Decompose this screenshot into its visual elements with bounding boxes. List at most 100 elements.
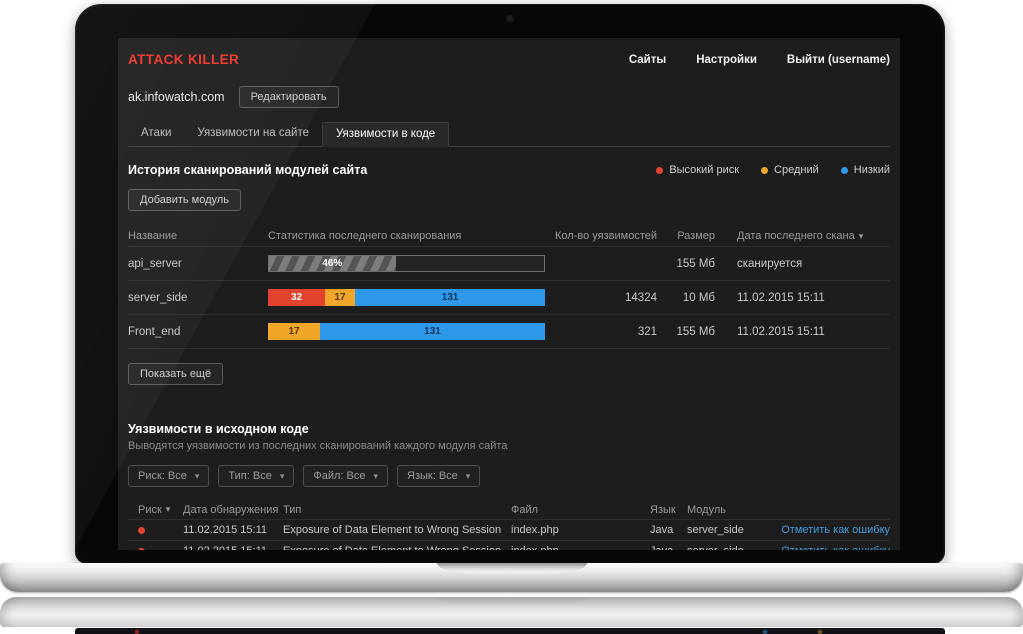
vulnerability-row: 11.02.2015 15:11 Exposure of Data Elemen…: [128, 541, 890, 550]
code-vulns-subtitle: Выводятся уязвимости из последних сканир…: [128, 440, 508, 452]
nav-logout[interactable]: Выйти (username): [787, 54, 890, 66]
filter-label: Риск: Все: [138, 470, 187, 482]
edit-site-button[interactable]: Редактировать: [238, 86, 339, 108]
risk-stacked-bar: 32 17 131: [268, 289, 545, 306]
code-vulns-title: Уязвимости в исходном коде: [128, 422, 309, 436]
code-vulnerabilities-section: Уязвимости в исходном коде Выводятся уяз…: [128, 422, 890, 550]
risk-high-dot-icon: [138, 547, 145, 550]
sort-caret-icon: ▾: [165, 504, 171, 514]
column-header-risk[interactable]: Риск ▾: [128, 504, 183, 516]
column-label: Дата последнего скана: [737, 230, 855, 242]
tab-attacks[interactable]: Атаки: [128, 122, 184, 146]
column-header-last-scan-date[interactable]: Дата последнего скана ▾: [715, 230, 890, 242]
action-cell: Отметить как ошибку: [779, 524, 890, 536]
detection-date: 11.02.2015 15:11: [183, 524, 268, 536]
chevron-down-icon: ▾: [194, 470, 200, 481]
column-header-date: Дата обнаружения: [183, 503, 279, 516]
app-logo[interactable]: ATTACK KILLER: [128, 52, 239, 67]
scan-table-header: Название Статистика последнего сканирова…: [128, 226, 890, 247]
scan-history-table: Название Статистика последнего сканирова…: [128, 226, 890, 349]
module-name: server_side: [687, 545, 779, 550]
language: Java: [650, 545, 687, 550]
scan-progress-bar: 46%: [268, 255, 545, 272]
add-module-button[interactable]: Добавить модуль: [128, 189, 241, 211]
column-header-module: Модуль: [687, 503, 726, 516]
bar-segment-high: 32: [268, 289, 325, 306]
mark-as-error-link[interactable]: Отметить как ошибку: [781, 545, 890, 550]
module-size: 10 Мб: [682, 291, 715, 304]
risk-high-dot-icon: [656, 166, 664, 174]
site-domain: ak.infowatch.com: [128, 90, 225, 104]
chevron-down-icon: ▾: [465, 470, 471, 481]
column-label: Риск: [138, 503, 162, 516]
sort-caret-icon: ▾: [858, 230, 864, 241]
column-header-type: Тип: [283, 503, 302, 516]
filter-risk[interactable]: Риск: Все ▾: [128, 465, 210, 487]
vuln-count: 321: [637, 325, 657, 338]
progress-percent-label: 46%: [322, 258, 343, 269]
screen-reflection: [75, 628, 945, 634]
legend-label: Средний: [774, 164, 819, 176]
scan-stats-cell: 46%: [268, 255, 545, 272]
bar-segment-medium: 17: [325, 289, 355, 306]
code-vulns-table-header: Риск ▾ Дата обнаружения Тип Файл Язык Мо…: [128, 500, 890, 520]
risk-legend: Высокий риск Средний Низкий: [656, 164, 890, 176]
legend-label: Низкий: [853, 164, 890, 176]
detection-date: 11.02.2015 15:11: [183, 545, 283, 550]
column-header-size: Размер: [677, 230, 715, 242]
nav-settings[interactable]: Настройки: [696, 54, 757, 66]
module-size: 155 Мб: [676, 257, 715, 270]
laptop-base-reflection: [0, 597, 1023, 627]
scan-progress-fill: 46%: [269, 256, 396, 271]
webcam-icon: [506, 15, 514, 22]
filter-label: Тип: Все: [228, 470, 272, 482]
vulnerability-type: Exposure of Data Element to Wrong Sessio…: [283, 545, 511, 550]
risk-cell: [128, 526, 183, 534]
scan-history-header: История сканирований модулей сайта Высок…: [128, 162, 890, 178]
filter-label: Файл: Все: [313, 470, 366, 482]
risk-medium-dot-icon: [761, 166, 769, 174]
filter-label: Язык: Все: [407, 470, 458, 482]
vulnerability-row: 11.02.2015 15:11 Exposure of Data Elemen…: [128, 520, 890, 541]
app-window: ATTACK KILLER Сайты Настройки Выйти (use…: [118, 38, 900, 550]
vulnerability-type: Exposure of Data Element to Wrong Sessio…: [283, 524, 502, 536]
show-more-button[interactable]: Показать ещё: [128, 363, 224, 385]
top-bar: ATTACK KILLER Сайты Настройки Выйти (use…: [128, 47, 890, 72]
code-vulns-table: Риск ▾ Дата обнаружения Тип Файл Язык Мо…: [128, 500, 890, 550]
tab-site-vulnerabilities[interactable]: Уязвимости на сайте: [184, 122, 322, 146]
chevron-down-icon: ▾: [279, 470, 285, 481]
column-header-language: Язык: [650, 503, 676, 516]
scan-table-row: Front_end 17 131 321 155 Мб 11.02.2015 1…: [128, 315, 890, 349]
scan-table-row: api_server 46% 155 Мб сканируется: [128, 247, 890, 281]
module-name: server_side: [687, 524, 744, 536]
legend-label: Высокий риск: [669, 164, 740, 176]
filter-file[interactable]: Файл: Все ▾: [303, 465, 388, 487]
chevron-down-icon: ▾: [373, 470, 378, 481]
last-scan-date: 11.02.2015 15:11: [737, 291, 825, 304]
laptop-base: [0, 563, 1023, 592]
module-name: server_side: [128, 291, 188, 304]
laptop-thumb-notch: [436, 563, 587, 574]
risk-cell: [128, 547, 183, 550]
tab-bar: Атаки Уязвимости на сайте Уязвимости в к…: [128, 122, 890, 147]
language: Java: [650, 524, 674, 536]
risk-high-dot-icon: [138, 526, 145, 534]
last-scan-date: сканируется: [737, 257, 803, 270]
tab-code-vulnerabilities[interactable]: Уязвимости в коде: [321, 122, 450, 147]
column-header-file: Файл: [511, 503, 539, 516]
legend-high-risk: Высокий риск: [656, 164, 739, 176]
laptop-thumb-notch-reflection: [436, 597, 587, 607]
legend-medium-risk: Средний: [761, 164, 819, 176]
filter-language[interactable]: Язык: Все ▾: [397, 465, 481, 487]
laptop-mockup: ATTACK KILLER Сайты Настройки Выйти (use…: [0, 0, 1023, 634]
file-name: index.php: [511, 545, 650, 550]
scan-stats-cell: 32 17 131: [268, 289, 545, 306]
site-row: ak.infowatch.com Редактировать: [128, 85, 890, 109]
nav-sites[interactable]: Сайты: [629, 54, 666, 66]
scan-stats-cell: 17 131: [268, 323, 545, 340]
legend-low-risk: Низкий: [840, 164, 890, 176]
filter-type[interactable]: Тип: Все ▾: [218, 465, 295, 487]
mark-as-error-link[interactable]: Отметить как ошибку: [781, 524, 890, 536]
column-header-stats: Статистика последнего сканирования: [268, 230, 462, 242]
module-name: Front_end: [128, 325, 181, 338]
